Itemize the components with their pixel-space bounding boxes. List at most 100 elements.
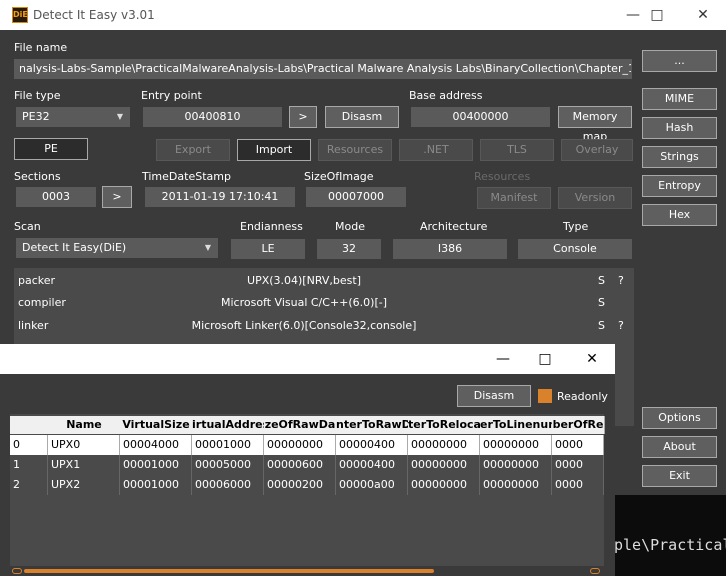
- chevron-down-icon: ▼: [204, 243, 211, 252]
- table-row[interactable]: 1 UPX1 00001000 00005000 00000600 000004…: [10, 455, 604, 475]
- sections-window: — □ ✕ Disasm Readonly Name VirtualSize i…: [0, 344, 615, 576]
- size-of-image-field[interactable]: 00007000: [306, 187, 406, 207]
- tls-button[interactable]: TLS: [480, 139, 554, 161]
- hash-button[interactable]: Hash: [642, 117, 717, 139]
- mode-label: Mode: [335, 220, 365, 233]
- export-button[interactable]: Export: [156, 139, 230, 161]
- table-cell: 00001000: [120, 455, 192, 475]
- table-cell: 0000: [552, 455, 604, 475]
- table-cell: 00006000: [192, 475, 264, 495]
- column-header[interactable]: VirtualSize: [120, 416, 193, 434]
- window-title: Detect It Easy v3.01: [33, 8, 155, 22]
- scroll-right-icon[interactable]: [590, 568, 600, 574]
- signature-button[interactable]: S: [598, 292, 605, 314]
- column-header[interactable]: [10, 416, 49, 434]
- table-cell: 00000a00: [336, 475, 408, 495]
- close-icon[interactable]: ✕: [569, 344, 615, 374]
- minimize-icon[interactable]: —: [480, 344, 526, 374]
- result-name: Microsoft Linker(6.0)[Console32,console]: [191, 319, 417, 332]
- overlay-button[interactable]: Overlay: [561, 139, 633, 161]
- column-header[interactable]: nterToRawD: [336, 416, 409, 434]
- table-cell: 00000000: [480, 475, 552, 495]
- resources-button[interactable]: Resources: [318, 139, 392, 161]
- column-header[interactable]: erToLinenum: [480, 416, 553, 434]
- sections-window-title-bar: — □ ✕: [0, 344, 615, 374]
- maximize-icon[interactable]: □: [634, 0, 680, 30]
- entropy-button[interactable]: Entropy: [642, 175, 717, 197]
- mode-field[interactable]: 32: [317, 239, 381, 259]
- column-header[interactable]: zeOfRawDa: [264, 416, 337, 434]
- readonly-checkbox[interactable]: [538, 389, 552, 403]
- file-type-select[interactable]: PE32 ▼: [16, 107, 130, 127]
- console-window: ple\Practical: [610, 495, 726, 576]
- options-button[interactable]: Options: [642, 407, 717, 429]
- column-header[interactable]: Name: [48, 416, 121, 434]
- readonly-label: Readonly: [557, 390, 608, 403]
- size-of-image-label: SizeOfImage: [304, 170, 374, 183]
- entry-point-field[interactable]: 00400810: [143, 107, 282, 127]
- table-row[interactable]: 2 UPX2 00001000 00006000 00000200 00000a…: [10, 475, 604, 495]
- file-type-label: File type: [14, 89, 61, 102]
- sections-field[interactable]: 0003: [16, 187, 96, 207]
- architecture-label: Architecture: [420, 220, 488, 233]
- table-cell: 1: [10, 455, 48, 475]
- exit-button[interactable]: Exit: [642, 465, 717, 487]
- table-cell: UPX2: [48, 475, 120, 495]
- result-name: Microsoft Visual C/C++(6.0)[-]: [220, 296, 388, 309]
- table-cell: 00000400: [336, 455, 408, 475]
- version-button[interactable]: Version: [558, 187, 632, 209]
- memory-map-button[interactable]: Memory map: [558, 106, 632, 143]
- table-cell: 0000: [552, 475, 604, 495]
- column-header[interactable]: irtualAddres: [192, 416, 265, 434]
- table-row[interactable]: 0 UPX0 00004000 00001000 00000000 000004…: [10, 435, 604, 455]
- entry-point-label: Entry point: [141, 89, 202, 102]
- list-item[interactable]: linker Microsoft Linker(6.0)[Console32,c…: [14, 315, 634, 337]
- sections-label: Sections: [14, 170, 61, 183]
- signature-button[interactable]: S: [598, 315, 605, 337]
- table-cell: 2: [10, 475, 48, 495]
- scroll-thumb[interactable]: [24, 569, 434, 573]
- base-address-field[interactable]: 00400000: [411, 107, 550, 127]
- endianness-field[interactable]: LE: [231, 239, 305, 259]
- file-name-label: File name: [14, 41, 68, 54]
- info-button[interactable]: ?: [618, 315, 624, 337]
- title-bar: DiE Detect It Easy v3.01 — □ ✕: [0, 0, 726, 30]
- browse-button[interactable]: ...: [642, 50, 717, 72]
- table-cell: 0: [10, 435, 48, 455]
- scan-select[interactable]: Detect It Easy(DiE) ▼: [16, 238, 218, 258]
- type-field[interactable]: Console: [518, 239, 632, 259]
- architecture-field[interactable]: I386: [393, 239, 507, 259]
- table-cell: 00000400: [336, 435, 408, 455]
- table-cell: 0000: [552, 435, 604, 455]
- timestamp-field[interactable]: 2011-01-19 17:10:41: [145, 187, 295, 207]
- scroll-left-icon[interactable]: [12, 568, 22, 574]
- hex-button[interactable]: Hex: [642, 204, 717, 226]
- table-cell: UPX0: [48, 435, 120, 455]
- about-button[interactable]: About: [642, 436, 717, 458]
- entry-point-disasm-button[interactable]: Disasm: [325, 106, 399, 128]
- mime-button[interactable]: MIME: [642, 88, 717, 110]
- pe-button[interactable]: PE: [14, 138, 88, 160]
- table-cell: 00000000: [408, 435, 480, 455]
- entry-point-go-button[interactable]: >: [289, 106, 317, 128]
- table-cell: 00000000: [408, 475, 480, 495]
- list-item[interactable]: compiler Microsoft Visual C/C++(6.0)[-] …: [14, 292, 634, 314]
- console-text: ple\Practical: [614, 536, 726, 554]
- table-cell: 00000000: [480, 435, 552, 455]
- horizontal-scrollbar[interactable]: [12, 566, 604, 574]
- signature-button[interactable]: S: [598, 270, 605, 292]
- strings-button[interactable]: Strings: [642, 146, 717, 168]
- import-button[interactable]: Import: [237, 139, 311, 161]
- sections-go-button[interactable]: >: [102, 186, 132, 208]
- disasm-button[interactable]: Disasm: [457, 385, 531, 407]
- info-button[interactable]: ?: [618, 270, 624, 292]
- type-label: Type: [563, 220, 589, 233]
- list-item[interactable]: packer UPX(3.04)[NRV,best] S ?: [14, 270, 634, 292]
- file-name-field[interactable]: nalysis-Labs-Sample\PracticalMalwareAnal…: [14, 59, 632, 79]
- column-header[interactable]: terToReloca: [408, 416, 481, 434]
- close-icon[interactable]: ✕: [680, 0, 726, 30]
- maximize-icon[interactable]: □: [522, 344, 568, 374]
- net-button[interactable]: .NET: [399, 139, 473, 161]
- manifest-button[interactable]: Manifest: [477, 187, 551, 209]
- column-header[interactable]: berOfRe: [552, 416, 605, 434]
